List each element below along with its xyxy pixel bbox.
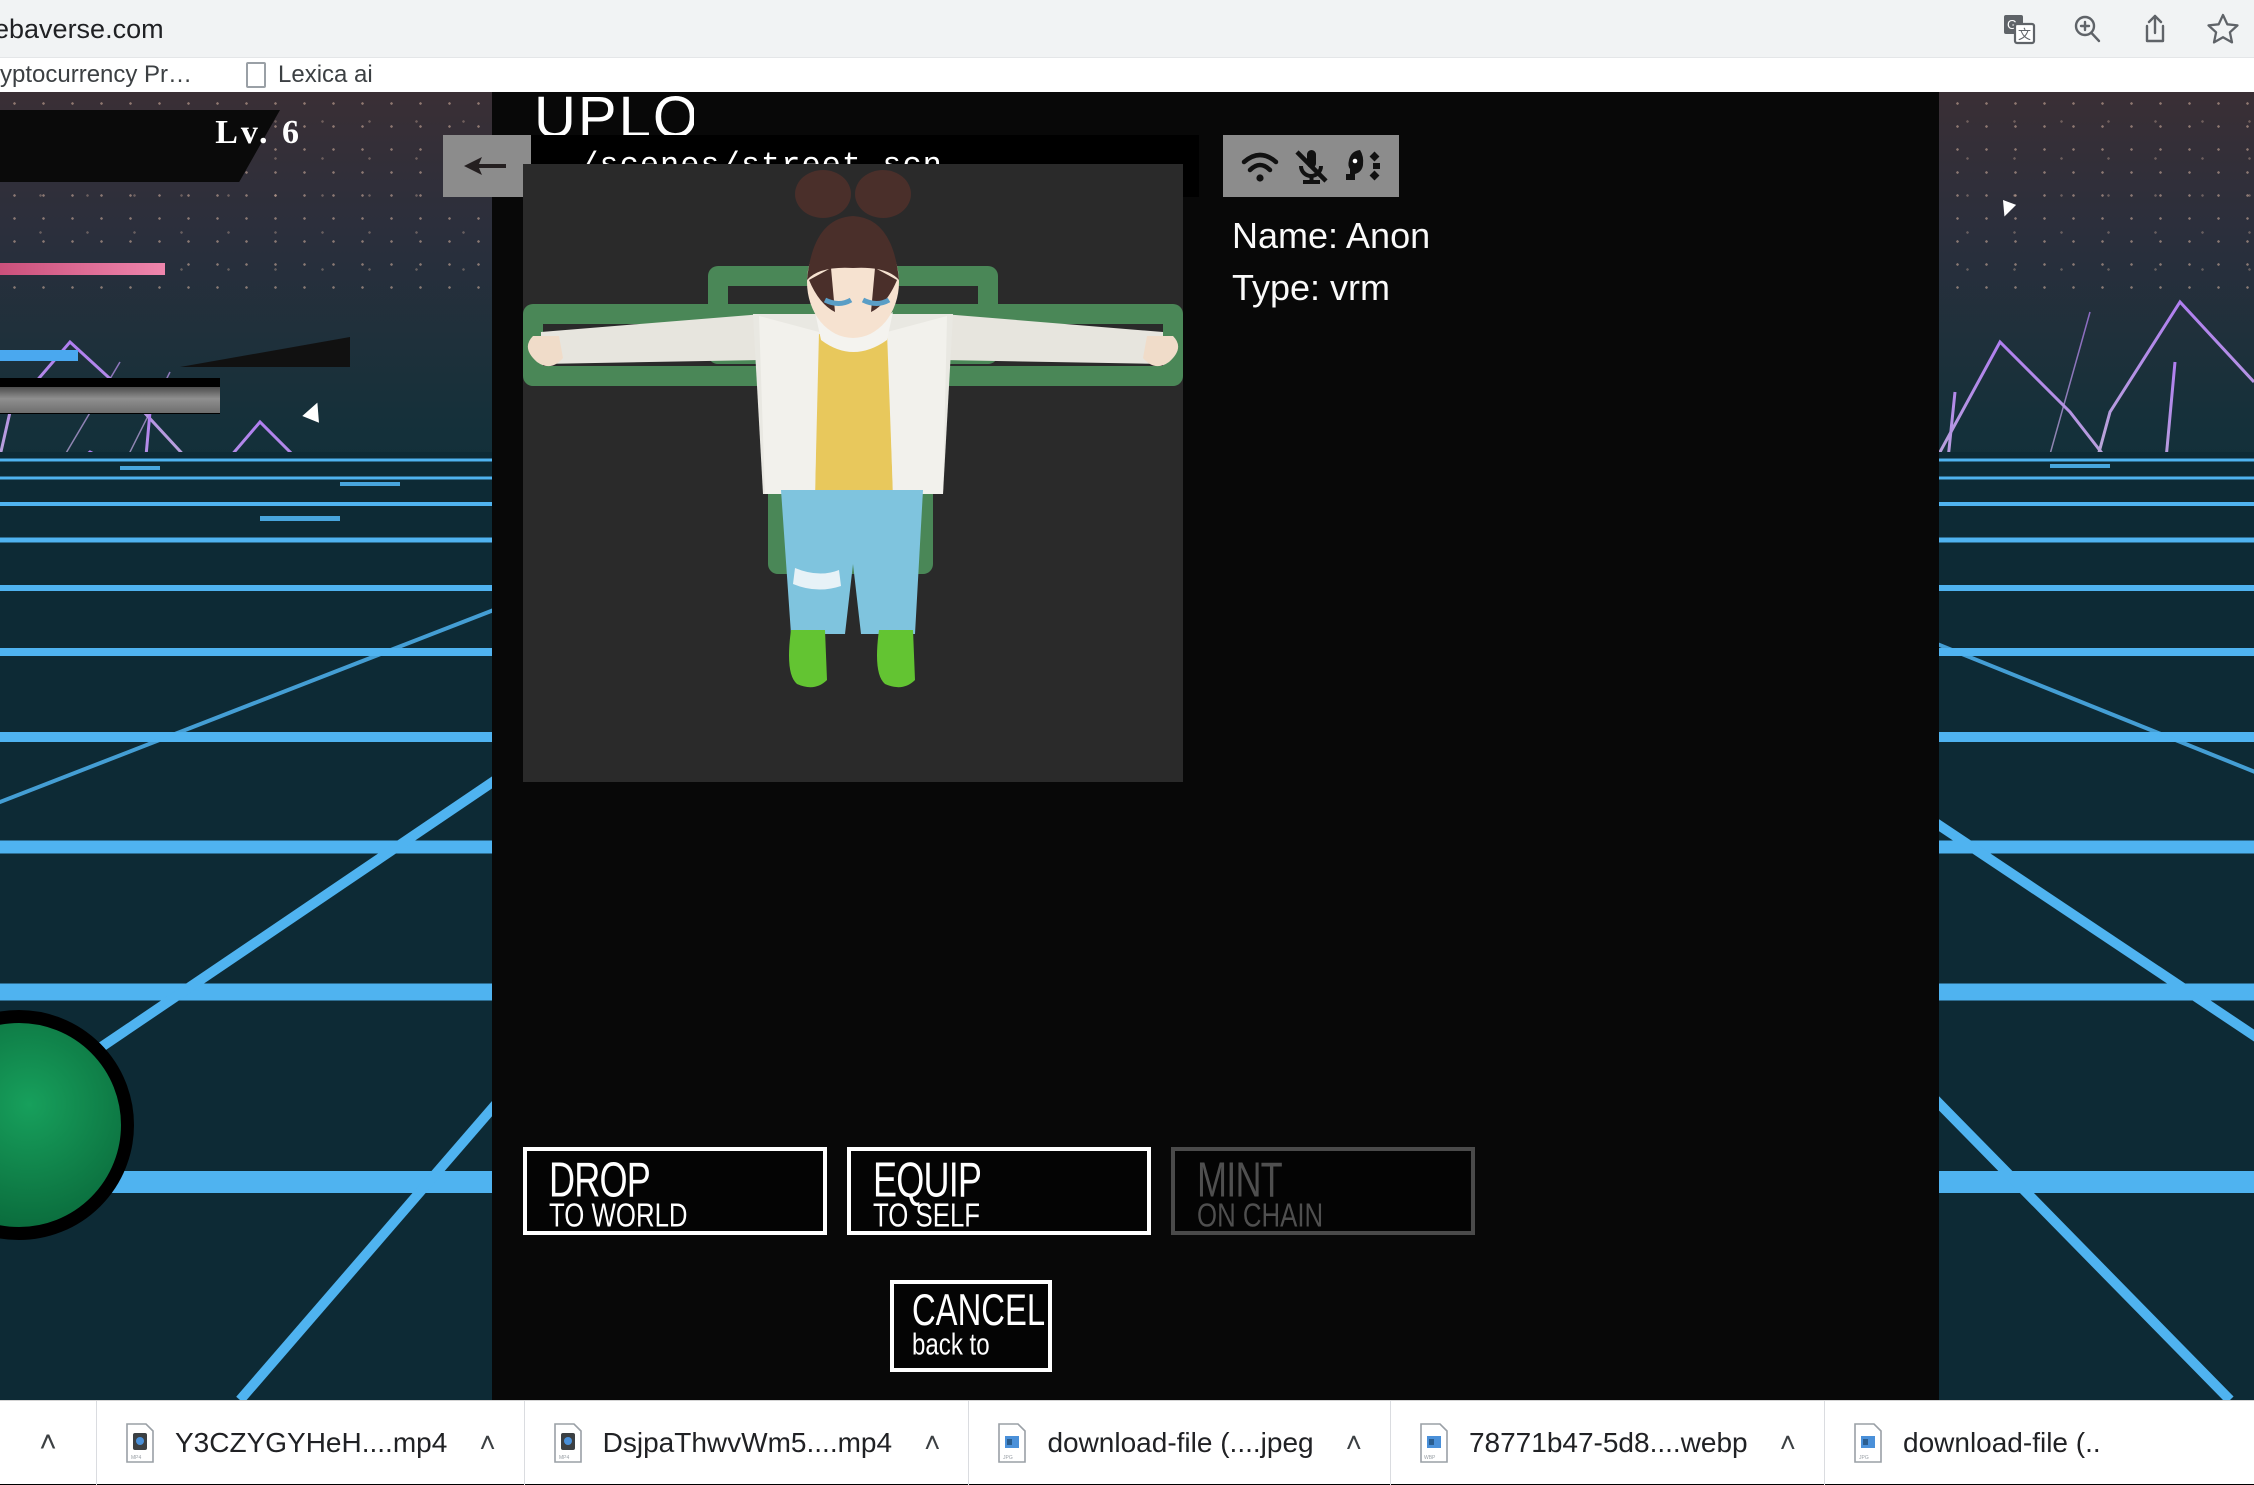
downloads-scroll-left-button[interactable]: ˄: [0, 1401, 96, 1485]
download-item[interactable]: MP4 Y3CZYGYHeH....mp4 ˄: [96, 1401, 524, 1485]
voice-face-icon[interactable]: [1340, 144, 1384, 188]
equip-to-self-button[interactable]: EQUIP to self: [847, 1147, 1151, 1235]
mint-button-sub-label: on chain: [1197, 1199, 1323, 1234]
mp4-file-icon: MP4: [553, 1423, 583, 1463]
session-status-icons: [1223, 135, 1399, 197]
svg-text:JPG: JPG: [1859, 1455, 1869, 1461]
jpeg-file-icon: JPG: [997, 1423, 1027, 1463]
download-filename: Y3CZYGYHeH....mp4: [175, 1427, 447, 1459]
download-menu-caret[interactable]: ˄: [924, 1427, 940, 1459]
zoom-icon[interactable]: [2070, 12, 2104, 46]
svg-text:MP4: MP4: [131, 1455, 142, 1461]
microphone-muted-icon[interactable]: [1289, 144, 1333, 188]
mint-on-chain-button: MINT on chain: [1171, 1147, 1475, 1235]
bookmarks-bar: ryptocurrency Pr… Lexica ai: [0, 58, 2254, 92]
item-type-line: Type: vrm: [1232, 262, 1852, 314]
drop-to-world-button[interactable]: DROP to world: [523, 1147, 827, 1235]
svg-text:MP4: MP4: [559, 1455, 570, 1461]
cancel-button-sub-label: back to game: [912, 1328, 1029, 1372]
mana-bar: [0, 350, 78, 361]
omnibox-row: ebaverse.com G 文: [0, 0, 2254, 58]
jpeg-file-icon: JPG: [1853, 1423, 1883, 1463]
experience-bar-frame: [0, 378, 220, 414]
equip-button-sub-label: to self: [873, 1199, 980, 1234]
download-item[interactable]: JPG download-file (..: [1824, 1401, 2129, 1485]
download-item[interactable]: MP4 DsjpaThwvWm5....mp4 ˄: [524, 1401, 969, 1485]
webp-file-icon: WBP: [1419, 1423, 1449, 1463]
vrm-avatar-model: [523, 164, 1183, 782]
wifi-icon[interactable]: [1238, 144, 1282, 188]
downloads-bar: ˄ MP4 Y3CZYGYHeH....mp4 ˄ MP4 DsjpaThwvW…: [0, 1400, 2254, 1484]
hud-wedge-decoration: [180, 337, 350, 367]
level-label: Lv. 6: [215, 114, 302, 152]
avatar-preview-box[interactable]: [523, 164, 1183, 782]
scene-cursor-arrow: [302, 399, 325, 422]
download-item[interactable]: JPG download-file (....jpeg ˄: [968, 1401, 1390, 1485]
player-hud: Lv. 6: [0, 92, 350, 452]
bookmark-star-icon[interactable]: [2206, 12, 2240, 46]
bookmark-item-lexica[interactable]: Lexica ai: [236, 61, 383, 89]
modal-action-row: DROP to world EQUIP to self MINT on chai…: [523, 1147, 1475, 1235]
svg-text:文: 文: [2018, 27, 2031, 42]
cancel-back-to-game-button[interactable]: CANCEL back to game: [890, 1280, 1052, 1372]
download-menu-caret[interactable]: ˄: [1780, 1427, 1796, 1459]
bookmark-item-cryptocurrency[interactable]: ryptocurrency Pr…: [0, 61, 202, 89]
svg-text:JPG: JPG: [1003, 1455, 1013, 1461]
bookmark-favicon-icon: [246, 62, 266, 88]
enter-arrow-icon: [462, 151, 512, 181]
translate-icon[interactable]: G 文: [2002, 12, 2036, 46]
download-menu-caret[interactable]: ˄: [1346, 1427, 1362, 1459]
address-bar-url[interactable]: ebaverse.com: [0, 12, 164, 46]
download-filename: 78771b47-5d8....webp: [1469, 1427, 1748, 1459]
download-item[interactable]: WBP 78771b47-5d8....webp ˄: [1390, 1401, 1824, 1485]
inventory-modal: UPLO ./scenes/street.scn: [492, 92, 1939, 1400]
item-info-panel: Name: Anon Type: vrm: [1232, 210, 1852, 314]
download-filename: DsjpaThwvWm5....mp4: [603, 1427, 892, 1459]
browser-chrome: ebaverse.com G 文: [0, 0, 2254, 92]
share-icon[interactable]: [2138, 12, 2172, 46]
bookmark-label: Lexica ai: [278, 61, 373, 89]
download-filename: download-file (..: [1903, 1427, 2101, 1459]
mp4-file-icon: MP4: [125, 1423, 155, 1463]
download-menu-caret[interactable]: ˄: [479, 1427, 495, 1459]
download-filename: download-file (....jpeg: [1047, 1427, 1313, 1459]
bookmark-label: ryptocurrency Pr…: [0, 61, 192, 89]
experience-bar-fill: [0, 387, 220, 413]
svg-text:WBP: WBP: [1424, 1455, 1436, 1461]
omnibox-actions: G 文: [2002, 6, 2240, 52]
scene-load-button[interactable]: [443, 135, 531, 197]
item-name-line: Name: Anon: [1232, 210, 1852, 262]
health-bar: [0, 263, 165, 275]
drop-button-sub-label: to world: [549, 1199, 688, 1234]
